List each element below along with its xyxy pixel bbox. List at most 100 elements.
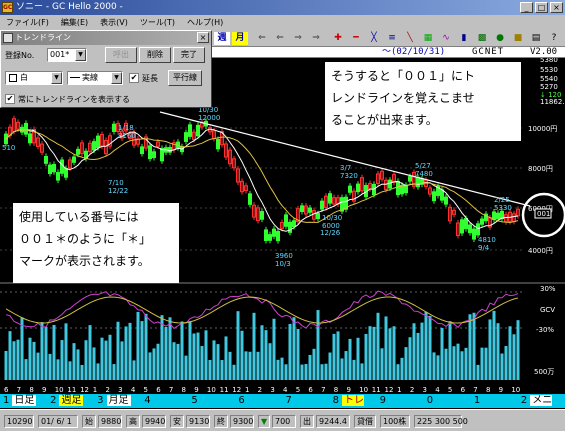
- fkey-4[interactable]: 4: [141, 394, 188, 408]
- fkey-10[interactable]: 0: [424, 394, 471, 408]
- delete-button[interactable]: 削除: [139, 47, 171, 63]
- status-bar: 10290 01/ 6/ 1 始 9880 高 9940 安 9130 終 9300 ▼ 700 出 92…: [0, 409, 565, 431]
- volume-bar: [288, 323, 292, 380]
- next-icon[interactable]: ⇒: [292, 32, 304, 45]
- monthly-button[interactable]: 月: [232, 32, 248, 45]
- chevron-down-icon[interactable]: ▼: [75, 49, 86, 61]
- bar-icon[interactable]: ▮: [458, 32, 470, 45]
- dialog-close-button[interactable]: ×: [197, 32, 209, 43]
- volume-bar: [152, 348, 156, 380]
- volume-bar: [460, 351, 464, 380]
- always-show-checkbox[interactable]: ✔: [5, 94, 15, 104]
- callout-left-line1: 使用している番号には: [19, 210, 139, 224]
- fkey-label: 週足: [59, 395, 84, 406]
- candle-body: [300, 205, 304, 213]
- volume-bar: [64, 323, 68, 380]
- cursor-icon[interactable]: ╳: [368, 32, 380, 45]
- minus-icon[interactable]: ━: [350, 32, 362, 45]
- prev-icon[interactable]: ⇐: [274, 32, 286, 45]
- price-axis-label: 5270: [540, 83, 558, 91]
- last-icon[interactable]: ⇒: [310, 32, 322, 45]
- always-show-label: 常にトレンドラインを表示する: [18, 94, 130, 104]
- menu-help[interactable]: ヘルプ(H): [187, 17, 223, 28]
- help-icon[interactable]: ?: [548, 32, 560, 45]
- candle-body: [168, 147, 172, 153]
- volume-bar: [356, 337, 360, 380]
- price-annotation: 5330: [494, 204, 512, 212]
- window-title: ソニー - GC Hello 2000 -: [16, 2, 123, 12]
- plus-icon[interactable]: ✚: [332, 32, 344, 45]
- volume-bar: [344, 351, 348, 380]
- extend-checkbox[interactable]: ✔: [129, 73, 139, 83]
- fkey-1[interactable]: 1 日足: [0, 394, 47, 408]
- volume-bar: [512, 334, 516, 380]
- color-select[interactable]: 白 ▼: [5, 71, 63, 85]
- book-icon[interactable]: ■: [512, 32, 524, 45]
- month-tick: 8: [182, 386, 186, 394]
- close-button[interactable]: ×: [550, 2, 563, 13]
- maximize-button[interactable]: □: [535, 2, 548, 13]
- line-style-select[interactable]: 実線 ▼: [67, 71, 123, 85]
- first-icon[interactable]: ⇐: [256, 32, 268, 45]
- fkey-number: 4: [144, 395, 151, 406]
- candle-body: [288, 221, 292, 233]
- fkey-11[interactable]: 1: [471, 394, 518, 408]
- menu-file[interactable]: ファイル(F): [6, 17, 49, 28]
- candle-body: [320, 200, 324, 210]
- minimize-button[interactable]: _: [520, 2, 533, 13]
- volume-bar: [444, 348, 448, 380]
- menu-edit[interactable]: 編集(E): [61, 17, 88, 28]
- reg-no-select[interactable]: 001* ▼: [47, 48, 87, 62]
- chart-icon[interactable]: ▦: [422, 32, 434, 45]
- volume-bar: [448, 321, 452, 380]
- fkey-6[interactable]: 6: [235, 394, 282, 408]
- volume-bar: [480, 347, 484, 380]
- line-icon[interactable]: ╲: [404, 32, 416, 45]
- month-tick: 6: [461, 386, 466, 394]
- fkey-9[interactable]: 9: [377, 394, 424, 408]
- volume-bar: [168, 317, 172, 380]
- volume-bar: [340, 358, 344, 380]
- chevron-down-icon[interactable]: ▼: [111, 72, 122, 84]
- fkey-5[interactable]: 5: [188, 394, 235, 408]
- weekly-button[interactable]: 週: [214, 32, 230, 45]
- volume-bar: [496, 323, 500, 380]
- volume-bar: [328, 352, 332, 380]
- fkey-2[interactable]: 2 週足: [47, 394, 94, 408]
- candle-body: [460, 219, 464, 234]
- candle-body: [64, 168, 68, 178]
- month-tick: 4: [283, 386, 288, 394]
- fkey-3[interactable]: 3 月足: [94, 394, 141, 408]
- globe-icon[interactable]: ●: [494, 32, 506, 45]
- chevron-down-icon[interactable]: ▼: [51, 72, 62, 84]
- grid-icon[interactable]: ▩: [476, 32, 488, 45]
- fkey-8[interactable]: 8トレンド: [330, 394, 377, 420]
- month-tick: 10: [207, 386, 216, 394]
- month-tick: 11: [220, 386, 229, 394]
- reg-no-label: 登録No.: [5, 50, 35, 60]
- volume-bar: [8, 331, 12, 380]
- price-annotation: 7480: [415, 170, 433, 178]
- print-icon[interactable]: ▤: [530, 32, 542, 45]
- status-cell: 100株: [380, 415, 410, 428]
- callout-top-line2: レンドラインを覚えこませ: [331, 91, 475, 105]
- fkey-12[interactable]: 2メニュー: [518, 394, 565, 420]
- volume-bar: [348, 338, 352, 380]
- parallel-line-button[interactable]: 平行線: [168, 70, 202, 86]
- status-cell: 10290: [4, 415, 34, 428]
- month-tick: 4: [131, 386, 136, 394]
- list-icon[interactable]: ≡: [386, 32, 398, 45]
- wave-icon[interactable]: ∿: [440, 32, 452, 45]
- status-cell: 700: [272, 415, 296, 428]
- done-button[interactable]: 完了: [173, 47, 205, 63]
- fkey-7[interactable]: 7: [283, 394, 330, 408]
- volume-bar: [96, 363, 100, 380]
- volume-bar: [184, 355, 188, 380]
- status-cell: 9130: [186, 415, 210, 428]
- menu-tools[interactable]: ツール(T): [140, 17, 175, 28]
- month-tick: 3: [118, 386, 122, 394]
- call-button[interactable]: 呼出: [105, 47, 137, 63]
- month-tick: 12: [232, 386, 241, 394]
- menu-view[interactable]: 表示(V): [100, 17, 128, 28]
- candle-body: [292, 220, 296, 228]
